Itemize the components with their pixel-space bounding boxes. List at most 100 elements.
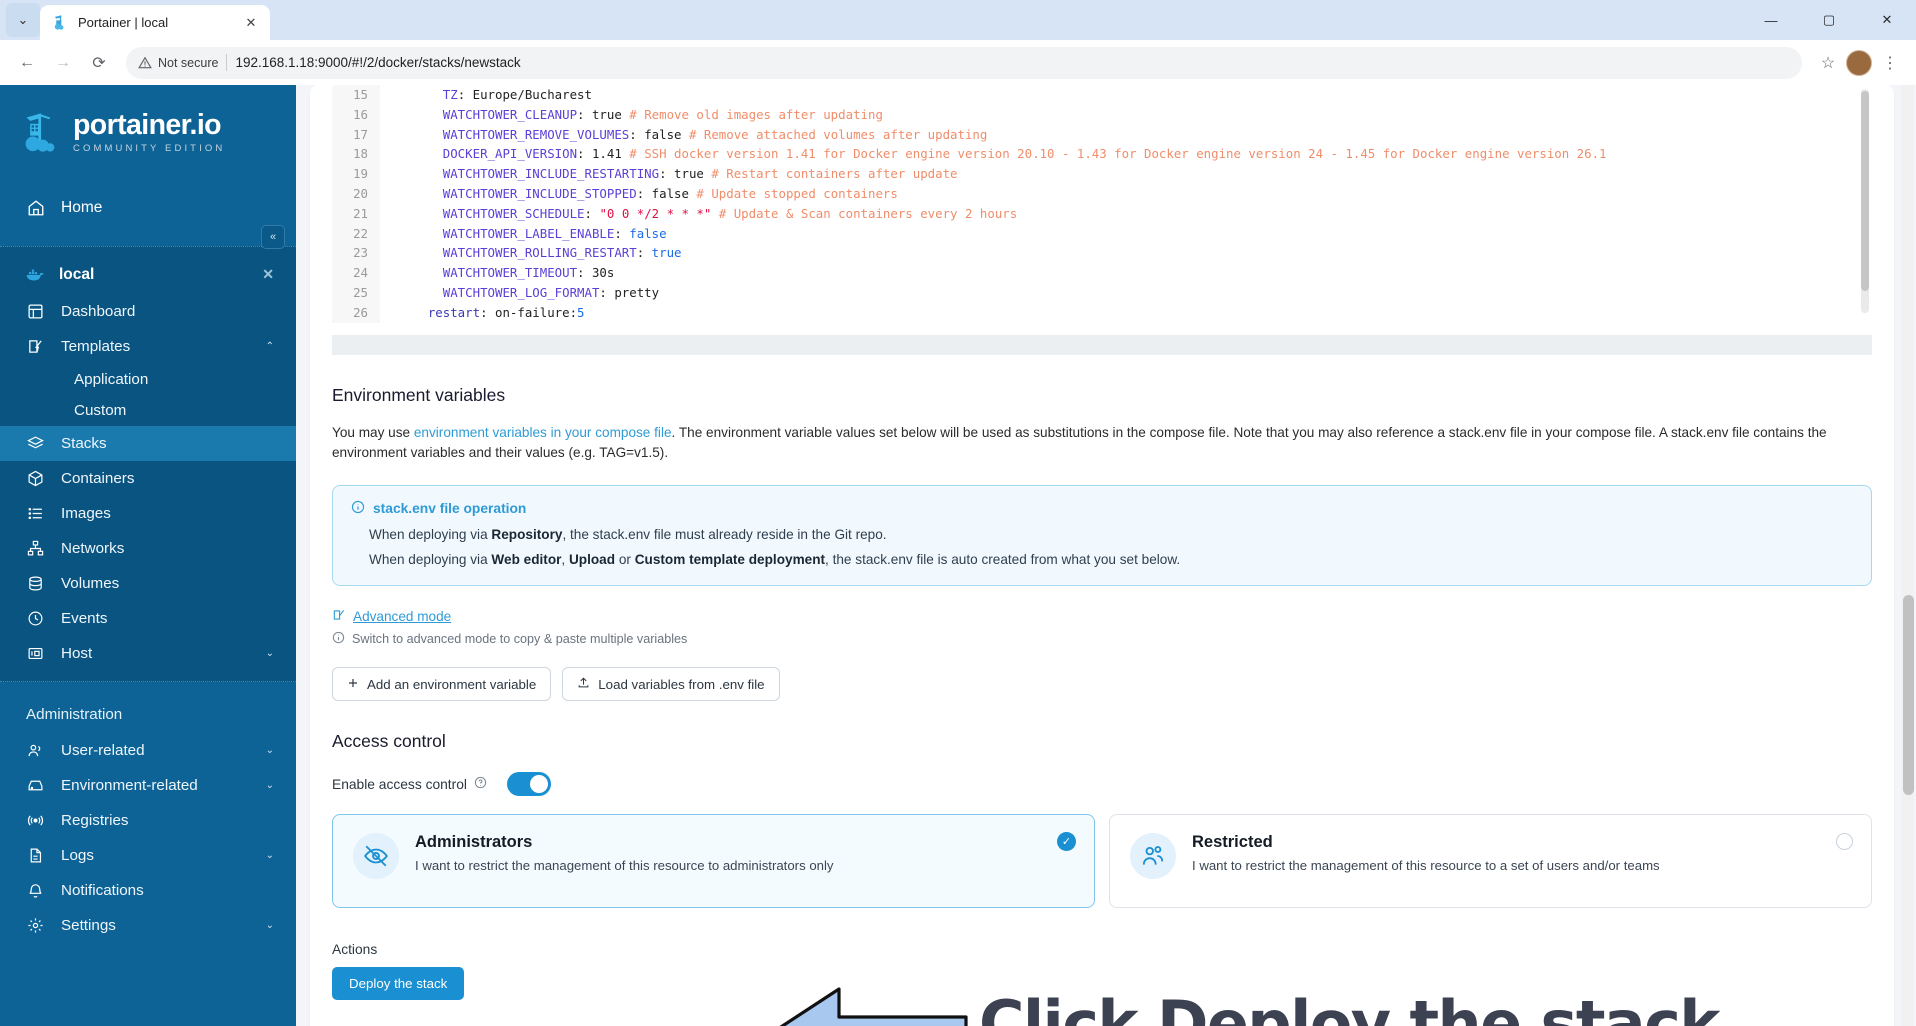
access-option-title: Administrators [415, 833, 533, 851]
sidebar-environment-header[interactable]: local ✕ [0, 255, 296, 294]
docker-whale-icon [26, 265, 45, 284]
omnibox-divider [226, 54, 228, 71]
sidebar-item-user-related[interactable]: User-related ⌄ [0, 733, 296, 768]
advanced-mode-label: Advanced mode [353, 609, 452, 624]
back-icon[interactable]: ← [10, 46, 44, 80]
info-l2-custom-template: Custom template deployment [634, 552, 826, 567]
chevron-down-icon[interactable]: ⌄ [266, 745, 274, 756]
sidebar-item-volumes[interactable]: Volumes [0, 566, 296, 601]
sidebar-item-dashboard[interactable]: Dashboard [0, 294, 296, 329]
tab-list-chevron-icon[interactable]: ⌄ [6, 3, 40, 37]
sidebar-item-environment-related[interactable]: Environment-related ⌄ [0, 768, 296, 803]
sidebar-item-registries[interactable]: Registries [0, 803, 296, 838]
forward-icon[interactable]: → [46, 46, 80, 80]
sidebar-item-home[interactable]: Home [0, 189, 296, 226]
chevron-down-icon[interactable]: ⌄ [266, 780, 274, 791]
add-environment-variable-button[interactable]: Add an environment variable [332, 667, 552, 701]
chevron-up-icon[interactable]: ⌃ [266, 341, 274, 352]
sidebar-label: Stacks [61, 435, 107, 452]
code-token: WATCHTOWER_INCLUDE_STOPPED [442, 185, 637, 201]
editor-line: WATCHTOWER_LOG_FORMAT: pretty [398, 283, 1872, 303]
code-token: false [644, 126, 682, 142]
code-token: WATCHTOWER_SCHEDULE [442, 205, 585, 221]
code-token: : [636, 185, 652, 201]
sidebar-item-templates-application[interactable]: Application [0, 364, 296, 395]
code-token: : [577, 106, 592, 122]
editor-scrollbar-thumb[interactable] [1861, 91, 1869, 291]
url-text: 192.168.1.18:9000/#!/2/docker/stacks/new… [235, 55, 521, 70]
address-bar[interactable]: Not secure 192.168.1.18:9000/#!/2/docker… [126, 46, 1802, 79]
security-indicator[interactable]: Not secure [138, 56, 218, 70]
close-window-icon[interactable]: ✕ [1858, 0, 1916, 40]
page-scrollbar-thumb[interactable] [1903, 595, 1914, 795]
env-var-buttons: Add an environment variable Load variabl… [332, 667, 1872, 701]
sidebar-environment-close-icon[interactable]: ✕ [262, 266, 274, 283]
sidebar-item-containers[interactable]: Containers [0, 461, 296, 496]
minimize-icon[interactable]: — [1742, 0, 1800, 40]
eye-off-icon [353, 833, 399, 879]
sidebar-item-events[interactable]: Events [0, 601, 296, 636]
access-control-options: Administrators I want to restrict the ma… [332, 814, 1872, 908]
chevron-down-icon[interactable]: ⌄ [266, 648, 274, 659]
security-label: Not secure [158, 55, 219, 70]
access-option-description: I want to restrict the management of thi… [1192, 858, 1660, 873]
sidebar-item-templates-custom[interactable]: Custom [0, 395, 296, 426]
info-circle-small-icon [332, 631, 345, 647]
sidebar-item-notifications[interactable]: Notifications [0, 873, 296, 908]
sidebar-label: User-related [61, 742, 145, 759]
load-variables-from-env-file-button[interactable]: Load variables from .env file [562, 667, 780, 701]
sidebar-item-settings[interactable]: Settings ⌄ [0, 908, 296, 943]
code-token: WATCHTOWER_LOG_FORMAT [442, 284, 600, 300]
code-token: : [599, 284, 615, 300]
users-group-icon [1130, 833, 1176, 879]
chevron-down-icon[interactable]: ⌄ [266, 850, 274, 861]
maximize-icon[interactable]: ▢ [1800, 0, 1858, 40]
sidebar-collapse-button[interactable]: « [261, 225, 285, 249]
sidebar-item-templates[interactable]: Templates ⌃ [0, 329, 296, 364]
deploy-the-stack-button[interactable]: Deploy the stack [332, 967, 465, 1000]
code-token: : [659, 166, 675, 182]
stack-env-info-box: stack.env file operation When deploying … [332, 485, 1872, 586]
environment-icon [26, 776, 45, 795]
chevron-down-icon[interactable]: ⌄ [266, 920, 274, 931]
question-circle-icon[interactable] [474, 776, 487, 792]
sidebar-item-images[interactable]: Images [0, 496, 296, 531]
sidebar-item-stacks[interactable]: Stacks [0, 426, 296, 461]
sidebar-item-host[interactable]: Host ⌄ [0, 636, 296, 671]
code-token: # Update & Scan containers every 2 hours [711, 205, 1018, 221]
info-l2-g: , the stack.env file is auto created fro… [825, 552, 1181, 567]
access-control-title: Access control [332, 731, 446, 751]
radio-unselected-icon[interactable] [1836, 833, 1853, 850]
reload-icon[interactable]: ⟳ [82, 46, 116, 80]
sidebar-label: Logs [61, 847, 94, 864]
code-token: on-failure: [494, 304, 578, 320]
advanced-mode-link[interactable]: Advanced mode [332, 608, 1872, 625]
sidebar-environment-block: local ✕ Dashboard Templates ⌃ Applicatio… [0, 246, 296, 682]
editor-code[interactable]: TZ: Europe/Bucharest WATCHTOWER_CLEANUP:… [380, 85, 1872, 323]
stack-form-card: 15 16 17 18 19 20 21 22 23 24 25 26 TZ: Europe/Buch… [310, 85, 1894, 1026]
enable-access-control-toggle[interactable] [507, 772, 551, 796]
compose-editor[interactable]: 15 16 17 18 19 20 21 22 23 24 25 26 TZ: Europe/Buch… [332, 85, 1872, 335]
compose-env-vars-link[interactable]: environment variables in your compose fi… [414, 425, 672, 440]
access-option-restricted[interactable]: Restricted I want to restrict the manage… [1109, 814, 1872, 908]
editor-line-number: 25 [353, 284, 368, 300]
code-token: # Remove attached volumes after updating [681, 126, 988, 142]
sidebar-admin-heading: Administration [26, 706, 123, 723]
tab-close-icon[interactable]: ✕ [242, 14, 260, 32]
browser-tab[interactable]: Portainer | local ✕ [40, 5, 270, 40]
sidebar-item-networks[interactable]: Networks [0, 531, 296, 566]
templates-icon [26, 337, 45, 356]
profile-avatar[interactable] [1846, 49, 1872, 76]
code-token: 5 [577, 304, 585, 320]
page-scrollbar-track[interactable] [1901, 85, 1914, 1026]
access-option-administrators[interactable]: Administrators I want to restrict the ma… [332, 814, 1095, 908]
browser-menu-icon[interactable]: ⋮ [1874, 47, 1906, 79]
editor-line: WATCHTOWER_REMOVE_VOLUMES: false # Remov… [398, 125, 1872, 145]
sidebar-item-logs[interactable]: Logs ⌄ [0, 838, 296, 873]
portainer-logo[interactable]: portainer.io COMMUNITY EDITION [0, 103, 296, 153]
bookmark-star-icon[interactable]: ☆ [1812, 47, 1844, 79]
